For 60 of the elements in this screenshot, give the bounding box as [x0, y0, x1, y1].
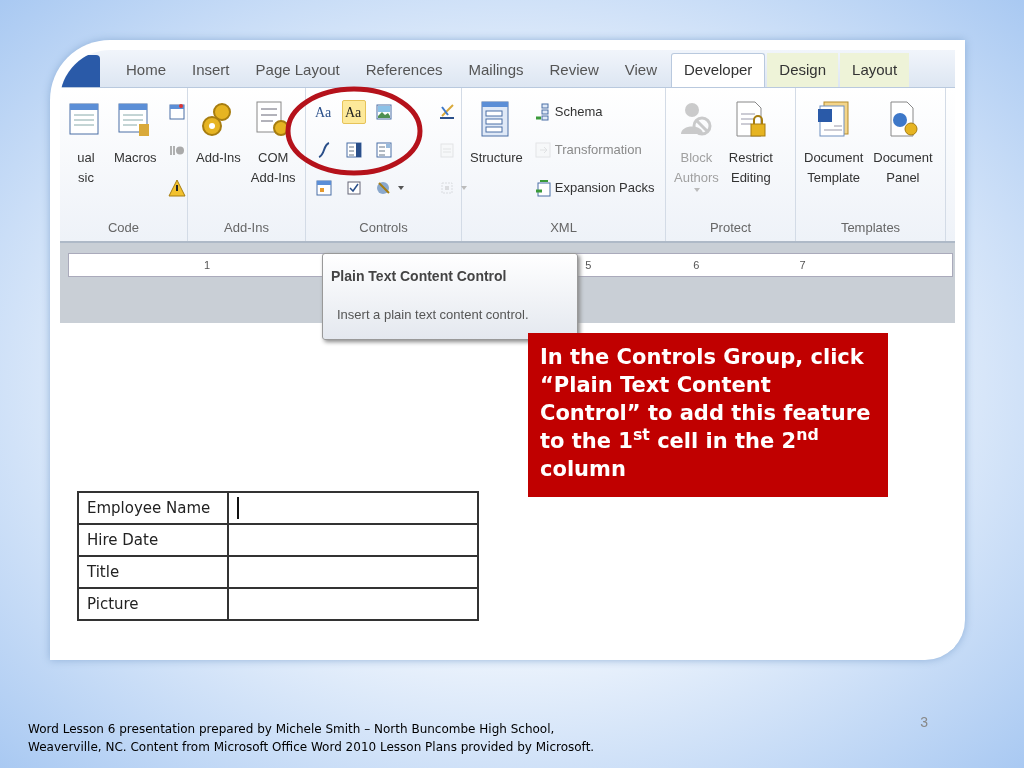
ribbon-button[interactable]: Document Template [802, 98, 866, 188]
ribbon-tab[interactable]: Page Layout [243, 53, 352, 87]
group-label: Add-Ins [223, 218, 270, 237]
ribbon-tab[interactable]: Developer [670, 53, 766, 87]
table-cell[interactable] [228, 556, 478, 588]
ribbon-button[interactable]: Document Panel [871, 98, 935, 188]
table-cell: Employee Name [78, 492, 228, 524]
ribbon-tab[interactable]: Mailings [456, 53, 536, 87]
table-cell[interactable] [228, 588, 478, 620]
warning-icon [167, 179, 186, 197]
ribbon-button[interactable]: Restrict Editing [726, 98, 775, 188]
ruler-number: 1 [204, 257, 211, 273]
group-icon [438, 179, 456, 197]
page-number: 3 [920, 713, 928, 732]
word-document-icon [815, 100, 852, 138]
tooltip-title: Plain Text Content Control [331, 267, 508, 286]
ribbon-tab[interactable]: View [612, 53, 669, 87]
expansion-pack-icon [533, 179, 552, 197]
list-box-icon [345, 141, 363, 159]
table-cell: Picture [78, 588, 228, 620]
ribbon-button[interactable]: COM Add-Ins [248, 98, 298, 188]
ribbon-tab[interactable]: References [353, 53, 455, 87]
ribbon-button[interactable]: Schema [530, 100, 658, 124]
file-tab[interactable] [60, 55, 100, 87]
group-label: Protect [708, 218, 753, 237]
ribbon-tab[interactable]: Insert [180, 53, 242, 87]
group-label: XML [549, 218, 578, 237]
group-label: Controls [358, 218, 409, 237]
checkbox-icon [345, 179, 363, 197]
ruler-number: 6 [693, 257, 700, 273]
table-cell[interactable] [228, 524, 478, 556]
ribbon-button[interactable]: ual sic [66, 98, 106, 188]
ribbon-button[interactable]: Structure [468, 98, 525, 168]
image-icon [375, 103, 393, 121]
dropdown-list-icon [375, 141, 393, 159]
transformation-icon [533, 141, 552, 159]
ribbon-icon-button[interactable]: Aa [312, 100, 336, 124]
footer-text: Word Lesson 6 presentation prepared by Michele Smith – North Buncombe High School, Weaverville, NC. Content from Microsoft Office Word 2010 Lesson Plans provided by Microsoft. [28, 721, 596, 756]
table-cell[interactable] [228, 492, 478, 524]
ribbon-tab[interactable]: Review [537, 53, 611, 87]
table-cell: Hire Date [78, 524, 228, 556]
ribbon-button[interactable]: Expansion Packs [530, 176, 658, 200]
ruler-number: 5 [585, 257, 592, 273]
ribbon-button[interactable]: Macros [112, 98, 159, 168]
schema-icon [533, 103, 552, 121]
ribbon-button[interactable]: Add-Ins [194, 98, 243, 168]
ribbon-tab[interactable]: Design [767, 53, 839, 87]
design-mode-icon [438, 103, 456, 121]
callout-text: In the Controls Group, click “Plain Text Content Control” to add this feature to the 1$^{st}$ cell in the 2$^{nd}$ column [540, 344, 872, 483]
calendar-icon [315, 179, 333, 197]
group-label: Templates [839, 218, 902, 237]
tooltip-description: Insert a plain text content control. [336, 306, 530, 324]
group-label: Code [106, 218, 141, 237]
ribbon-tab[interactable]: Home [114, 53, 178, 87]
ribbon-tab[interactable]: Layout [840, 53, 910, 87]
text-cursor [237, 497, 239, 520]
ruler-number: 7 [799, 257, 806, 273]
ribbon-icon-button[interactable]: Aa [342, 100, 366, 124]
form-icon [167, 103, 186, 121]
table-cell: Title [78, 556, 228, 588]
